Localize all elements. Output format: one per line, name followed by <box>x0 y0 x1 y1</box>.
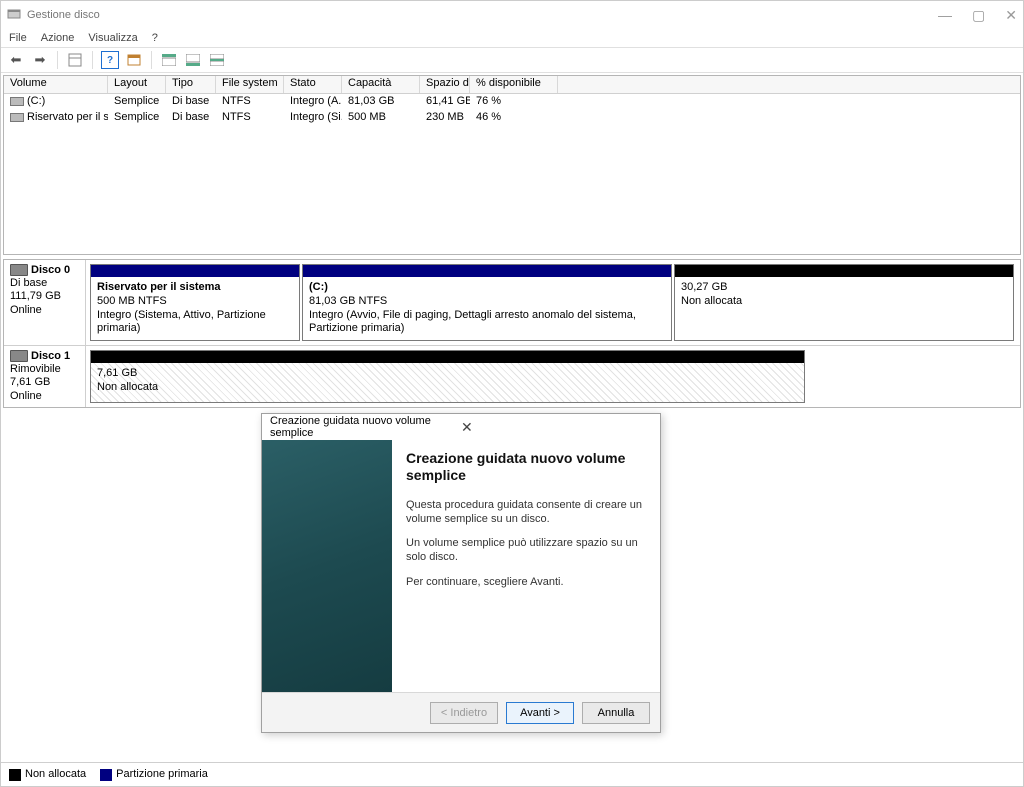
views-icon[interactable] <box>66 51 84 69</box>
partition[interactable]: (C:)81,03 GB NTFSIntegro (Avvio, File di… <box>302 264 672 341</box>
dialog-title: Creazione guidata nuovo volume semplice <box>270 415 461 439</box>
wizard-p3: Per continuare, scegliere Avanti. <box>406 575 646 589</box>
disk-row: Disco 1Rimovibile7,61 GBOnline7,61 GBNon… <box>4 346 1020 407</box>
menu-azione[interactable]: Azione <box>41 32 75 44</box>
window-title: Gestione disco <box>27 9 938 21</box>
wizard-side-graphic <box>262 440 392 692</box>
titlebar: Gestione disco — ▢ ✕ <box>1 1 1023 29</box>
calendar-icon[interactable] <box>125 51 143 69</box>
legend-label-primary: Partizione primaria <box>116 768 208 780</box>
menu-file[interactable]: File <box>9 32 27 44</box>
volume-table: VolumeLayoutTipoFile systemStatoCapacità… <box>3 75 1021 255</box>
layout-top-icon[interactable] <box>160 51 178 69</box>
col-header-percent[interactable]: % disponibile <box>470 76 558 93</box>
disk-map: Disco 0Di base111,79 GBOnlineRiservato p… <box>3 259 1021 408</box>
back-button: < Indietro <box>430 702 498 724</box>
partition[interactable]: Riservato per il sistema500 MB NTFSInteg… <box>90 264 300 341</box>
layout-bottom-icon[interactable] <box>184 51 202 69</box>
cancel-button[interactable]: Annulla <box>582 702 650 724</box>
wizard-heading: Creazione guidata nuovo volume semplice <box>406 450 646 484</box>
col-header-layout[interactable]: Layout <box>108 76 166 93</box>
legend-box-unallocated <box>9 769 21 781</box>
app-icon <box>7 7 21 24</box>
col-header-filesystem[interactable]: File system <box>216 76 284 93</box>
disk-row: Disco 0Di base111,79 GBOnlineRiservato p… <box>4 260 1020 346</box>
partition[interactable]: 7,61 GBNon allocata <box>90 350 805 403</box>
col-header-capacita[interactable]: Capacità <box>342 76 420 93</box>
layout-split-icon[interactable] <box>208 51 226 69</box>
disk-info[interactable]: Disco 1Rimovibile7,61 GBOnline <box>4 346 86 407</box>
wizard-p2: Un volume semplice può utilizzare spazio… <box>406 536 646 565</box>
menu-visualizza[interactable]: Visualizza <box>88 32 137 44</box>
legend: Non allocata Partizione primaria <box>1 762 1023 786</box>
menubar: File Azione Visualizza ? <box>1 29 1023 47</box>
wizard-dialog: Creazione guidata nuovo volume semplice … <box>261 413 661 733</box>
partition[interactable]: 30,27 GBNon allocata <box>674 264 1014 341</box>
table-row[interactable]: (C:)SempliceDi baseNTFSIntegro (A...81,0… <box>4 94 1020 110</box>
wizard-p1: Questa procedura guidata consente di cre… <box>406 498 646 527</box>
table-row[interactable]: Riservato per il sist...SempliceDi baseN… <box>4 110 1020 126</box>
col-header-tipo[interactable]: Tipo <box>166 76 216 93</box>
maximize-button[interactable]: ▢ <box>972 7 985 24</box>
legend-box-primary <box>100 769 112 781</box>
next-button[interactable]: Avanti > <box>506 702 574 724</box>
col-header-stato[interactable]: Stato <box>284 76 342 93</box>
forward-icon[interactable]: ➡ <box>31 51 49 69</box>
col-header-spazio[interactable]: Spazio d... <box>420 76 470 93</box>
close-button[interactable]: ✕ <box>1005 7 1017 24</box>
menu-help[interactable]: ? <box>152 32 158 44</box>
dialog-close-icon[interactable]: ✕ <box>461 419 652 436</box>
toolbar: ⬅ ➡ ? <box>1 47 1023 73</box>
back-icon[interactable]: ⬅ <box>7 51 25 69</box>
help-icon[interactable]: ? <box>101 51 119 69</box>
minimize-button[interactable]: — <box>938 7 952 24</box>
legend-label-unallocated: Non allocata <box>25 768 86 780</box>
col-header-volume[interactable]: Volume <box>4 76 108 93</box>
disk-info[interactable]: Disco 0Di base111,79 GBOnline <box>4 260 86 345</box>
